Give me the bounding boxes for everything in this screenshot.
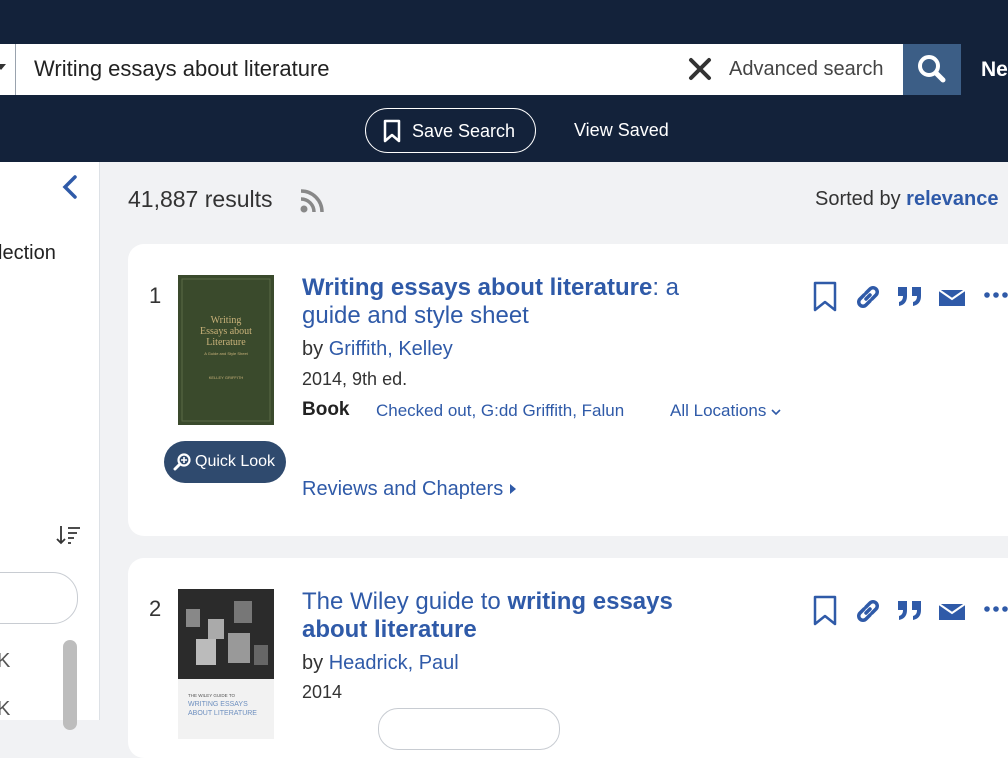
view-saved-link[interactable]: View Saved	[574, 120, 669, 141]
bookmark-icon	[383, 119, 401, 143]
author-link[interactable]: Headrick, Paul	[329, 652, 459, 674]
facet-item[interactable]: K	[0, 698, 10, 721]
result-card: 1 Writing Essays about Literature A Guid…	[128, 244, 1008, 536]
chevron-down-icon	[771, 409, 781, 416]
mail-icon[interactable]	[938, 595, 966, 627]
facet-sidebar: lection K K	[0, 162, 100, 730]
save-search-label: Save Search	[412, 121, 516, 141]
cover-text: Literature	[206, 337, 246, 348]
availability-link[interactable]: Checked out, G:dd Griffith, Falun	[376, 401, 624, 421]
more-icon[interactable]	[982, 281, 1008, 313]
search-bar: Writing essays about literature Advanced…	[0, 44, 903, 95]
reviews-label: Reviews and Chapters	[302, 478, 504, 500]
search-button[interactable]	[903, 44, 961, 95]
partial-button[interactable]	[378, 708, 560, 750]
link-icon[interactable]	[852, 595, 884, 627]
format-label: Book	[302, 399, 350, 420]
nav-link-partial[interactable]: Ne	[981, 58, 1008, 82]
quote-icon[interactable]	[895, 595, 925, 625]
all-locations-dropdown[interactable]: All Locations	[670, 401, 781, 421]
save-search-button[interactable]: Save Search	[365, 108, 536, 153]
result-card: 2 THE WILEY GUIDE TO WRITING ESSAYS ABOU…	[128, 558, 1008, 758]
cover-text: KELLEY GRIFFITH	[209, 375, 244, 380]
cover-text: Essays about	[200, 326, 252, 337]
more-icon[interactable]	[982, 595, 1008, 627]
zoom-icon	[173, 453, 191, 471]
mail-icon[interactable]	[938, 281, 966, 313]
byline: by Griffith, Kelley	[302, 338, 453, 361]
book-cover[interactable]: Writing Essays about Literature A Guide …	[178, 275, 274, 425]
sort-icon[interactable]	[56, 524, 82, 546]
title-pre: The Wiley guide to	[302, 588, 508, 615]
result-count: 41,887 results	[128, 186, 273, 212]
advanced-search-link[interactable]: Advanced search	[729, 58, 884, 81]
sidebar-scrollbar[interactable]	[63, 640, 77, 730]
pub-date: 2014, 9th ed.	[302, 369, 408, 389]
quick-look-button[interactable]: Quick Look	[164, 441, 286, 483]
quick-look-label: Quick Look	[195, 453, 276, 470]
pub-date: 2014	[302, 682, 343, 702]
chevron-left-icon[interactable]	[60, 174, 80, 200]
bookmark-icon[interactable]	[812, 595, 838, 627]
title-match: Writing essays about literature	[302, 274, 653, 301]
cover-text: A Guide and Style Sheet	[204, 351, 248, 356]
link-icon[interactable]	[852, 281, 884, 313]
search-input[interactable]: Writing essays about literature	[34, 56, 330, 82]
cover-text: THE WILEY GUIDE TO	[188, 693, 236, 698]
reviews-chapters-toggle[interactable]: Reviews and Chapters	[302, 478, 517, 501]
result-number: 2	[149, 596, 162, 621]
book-cover[interactable]: THE WILEY GUIDE TO WRITING ESSAYS ABOUT …	[178, 589, 274, 739]
all-locations-label: All Locations	[670, 401, 767, 420]
cover-text: WRITING ESSAYS	[188, 701, 248, 708]
search-icon	[918, 55, 946, 83]
close-icon[interactable]	[686, 55, 714, 83]
sorted-value[interactable]: relevance	[906, 188, 998, 210]
bookmark-icon[interactable]	[812, 281, 838, 313]
sorted-prefix: Sorted by	[815, 188, 901, 210]
by-label: by	[302, 338, 324, 360]
caret-right-icon	[509, 484, 516, 494]
scope-dropdown-caret[interactable]	[0, 64, 6, 70]
facet-filter-input[interactable]	[0, 572, 78, 624]
quote-icon[interactable]	[895, 281, 925, 311]
facet-label[interactable]: lection	[0, 242, 56, 265]
author-link[interactable]: Griffith, Kelley	[329, 338, 453, 360]
by-label: by	[302, 652, 324, 674]
sort-indicator[interactable]: Sorted by relevance	[815, 188, 998, 211]
result-title[interactable]: The Wiley guide to writing essays about …	[302, 588, 722, 644]
result-number: 1	[149, 283, 162, 308]
scope-divider	[15, 44, 16, 95]
result-title[interactable]: Writing essays about literature: a guide…	[302, 274, 722, 330]
rss-icon[interactable]	[299, 188, 325, 214]
facet-item[interactable]: K	[0, 650, 10, 673]
byline: by Headrick, Paul	[302, 652, 459, 675]
record-actions	[812, 281, 1008, 315]
record-actions	[812, 595, 1008, 629]
cover-text: Writing	[211, 315, 242, 326]
cover-text: ABOUT LITERATURE	[188, 710, 257, 717]
